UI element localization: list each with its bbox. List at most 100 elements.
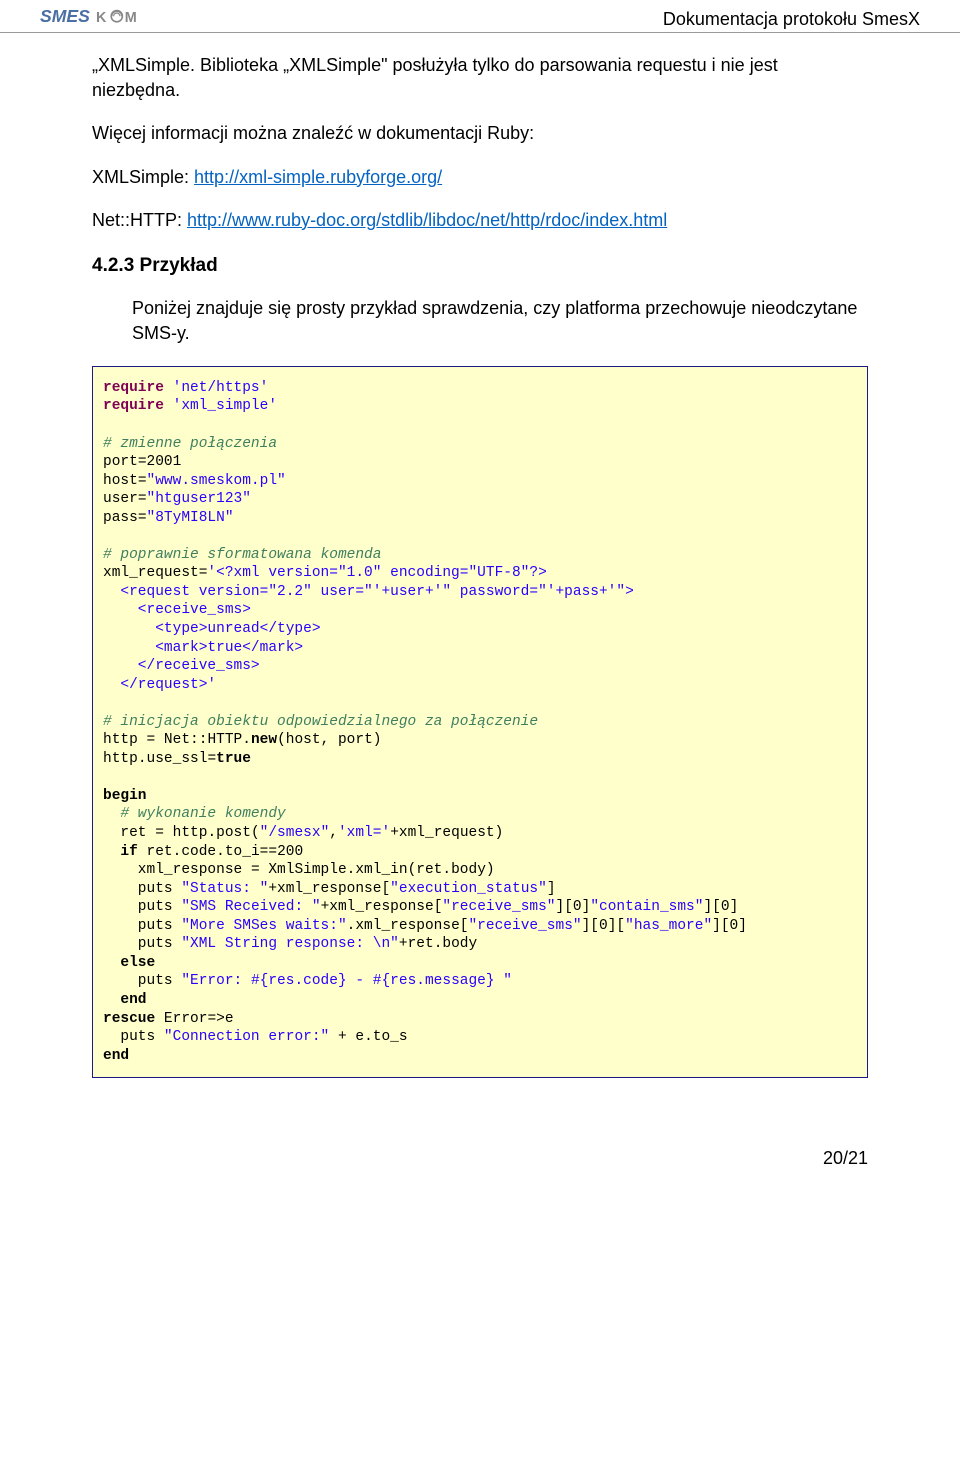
code-token: . [364, 1029, 373, 1045]
code-token: "receive_sms" [442, 899, 555, 915]
code-token: . [138, 751, 147, 767]
code-token: = [147, 732, 156, 748]
code-token: "www.smeskom.pl" [147, 473, 286, 489]
code-token: ][ [712, 918, 729, 934]
code-token: + e [329, 1029, 364, 1045]
code-example: require 'net/https' require 'xml_simple'… [92, 366, 868, 1078]
page-number: 20/21 [823, 1148, 868, 1168]
code-token: 'xml=' [338, 825, 390, 841]
code-token: ][ [582, 918, 599, 934]
code-token: require [103, 380, 164, 396]
code-token: ( [251, 825, 260, 841]
code-token: ret [103, 825, 155, 841]
code-token: <receive_sms> [103, 602, 251, 618]
code-token: e [225, 1011, 234, 1027]
code-token: = [138, 491, 147, 507]
code-token: "has_more" [625, 918, 712, 934]
code-token: pass [103, 510, 138, 526]
code-token: port [103, 454, 138, 470]
code-token: require [103, 398, 164, 414]
code-token: +xml_request [390, 825, 494, 841]
code-token: = [138, 510, 147, 526]
code-token: = [207, 751, 216, 767]
code-token: </receive_sms> [103, 658, 260, 674]
code-token: else [103, 955, 155, 971]
code-token: (ret [408, 862, 443, 878]
code-token: ) [495, 825, 504, 841]
code-token: xml_response [103, 862, 251, 878]
code-token: "htguser123" [147, 491, 251, 507]
code-token: rescue [103, 1011, 155, 1027]
code-token: xml_in [355, 862, 407, 878]
code-token: post [216, 825, 251, 841]
code-token: puts [103, 1029, 164, 1045]
code-token: ] [547, 881, 556, 897]
code-token: body [451, 862, 486, 878]
code-token: ][ [703, 899, 720, 915]
page-content: „XMLSimple. Biblioteka „XMLSimple" posłu… [0, 33, 960, 1108]
code-token: +xml_response [268, 881, 381, 897]
xmlsimple-link[interactable]: http://xml-simple.rubyforge.org/ [194, 167, 442, 187]
nethttp-label: Net::HTTP: [92, 210, 187, 230]
code-token: user [103, 491, 138, 507]
page-footer: 20/21 [0, 1108, 960, 1199]
code-token: use_ssl [147, 751, 208, 767]
code-token: .xml_response [347, 918, 460, 934]
code-token: "execution_status" [390, 881, 547, 897]
nethttp-link[interactable]: http://www.ruby-doc.org/stdlib/libdoc/ne… [187, 210, 667, 230]
code-token: = [138, 454, 147, 470]
code-token: "8TyMI8LN" [147, 510, 234, 526]
brand-logo: SMES K M [40, 4, 200, 30]
code-token: http [164, 825, 208, 841]
code-token: 200 [277, 844, 303, 860]
code-token: begin [103, 788, 147, 804]
code-token: body [442, 936, 477, 952]
code-token: 'xml_simple' [164, 398, 277, 414]
code-token: :: [190, 732, 207, 748]
svg-text:SMES: SMES [40, 6, 90, 26]
code-token: = [155, 825, 164, 841]
svg-text:M: M [125, 10, 137, 26]
link-nethttp-line: Net::HTTP: http://www.ruby-doc.org/stdli… [92, 208, 868, 233]
code-token: puts [103, 936, 181, 952]
code-token: http [103, 732, 147, 748]
code-token: http [103, 751, 138, 767]
code-token: = [138, 473, 147, 489]
code-token: "contain_sms" [590, 899, 703, 915]
code-token: 0 [730, 918, 739, 934]
code-token: '<?xml version="1.0" encoding="UTF-8"?> [207, 565, 546, 581]
code-token: 0 [721, 899, 730, 915]
code-token: . [242, 732, 251, 748]
code-comment: # wykonanie komendy [103, 806, 286, 822]
code-token: <request version="2.2" user="'+user+'" p… [103, 584, 634, 600]
code-token: ret [138, 844, 173, 860]
code-token: => [207, 1011, 224, 1027]
code-token: puts [103, 899, 181, 915]
section-paragraph: Poniżej znajduje się prosty przykład spr… [132, 296, 868, 346]
code-token: . [442, 862, 451, 878]
code-token: <mark>true</mark> [103, 640, 303, 656]
section-heading: 4.2.3 Przykład [92, 253, 868, 280]
code-token: == [260, 844, 277, 860]
code-token: </request>' [103, 677, 216, 693]
code-token: "receive_sms" [468, 918, 581, 934]
code-token: puts [103, 973, 181, 989]
code-token: XmlSimple [260, 862, 347, 878]
smeskom-logo-icon: SMES K M [40, 4, 200, 30]
code-token: puts [103, 918, 181, 934]
code-token: 2001 [147, 454, 182, 470]
document-title: Dokumentacja protokołu SmesX [663, 9, 920, 30]
code-token: HTTP [207, 732, 242, 748]
link-xmlsimple-line: XMLSimple: http://xml-simple.rubyforge.o… [92, 165, 868, 190]
code-token: +ret [399, 936, 434, 952]
code-token: end [103, 1048, 129, 1064]
code-token: true [216, 751, 251, 767]
code-token: . [216, 844, 225, 860]
code-token: "Connection error:" [164, 1029, 329, 1045]
code-token: "XML String response: \n" [181, 936, 399, 952]
code-token: code [181, 844, 216, 860]
code-token: "Error: #{res.code} - #{res.message} " [181, 973, 512, 989]
code-token: new [251, 732, 277, 748]
code-token: ][ [556, 899, 573, 915]
code-token: ] [738, 918, 747, 934]
